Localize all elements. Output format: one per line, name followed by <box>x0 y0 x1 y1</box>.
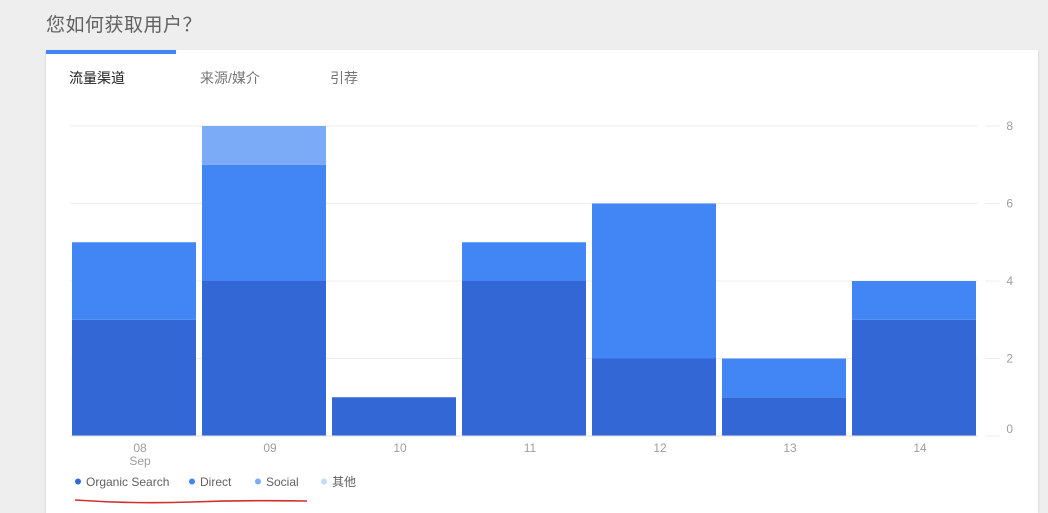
bar-09-series-0 <box>202 281 326 436</box>
legend-marker-3 <box>321 478 327 485</box>
bar-14-series-0 <box>852 319 976 436</box>
red-annotation-underline <box>74 499 308 504</box>
x-tick-label-14: 14 <box>913 441 927 455</box>
x-tick-label-12: 12 <box>653 441 667 455</box>
bar-09-series-1 <box>202 164 326 281</box>
x-tick-sublabel-08: Sep <box>129 454 151 468</box>
legend-label-1: Direct <box>200 475 232 489</box>
x-tick-label-11: 11 <box>524 441 537 455</box>
legend-marker-0 <box>75 478 81 485</box>
stacked-bar-chart: 0 2 4 6 8 08Sep 09 10 11 12 13 14 Organic Search Dire… <box>70 119 1013 489</box>
bar-11-series-0 <box>462 281 586 436</box>
bar-08-series-1 <box>72 242 196 320</box>
legend-marker-1 <box>189 478 195 485</box>
bar-11-series-1 <box>462 242 586 281</box>
legend-marker-2 <box>255 478 261 485</box>
legend-label-3: 其他 <box>332 475 356 489</box>
bar-12-series-1 <box>592 203 716 359</box>
x-tick-label-09: 09 <box>263 441 277 455</box>
bar-14-series-1 <box>852 281 976 320</box>
y-tick-label-6: 6 <box>1006 197 1013 211</box>
x-tick-label-10: 10 <box>393 441 407 455</box>
bar-09-series-2 <box>202 126 326 165</box>
legend-label-0: Organic Search <box>86 475 169 489</box>
y-tick-label-0: 0 <box>1006 422 1013 436</box>
x-tick-label-08: 08 <box>133 441 147 455</box>
bar-13-series-0 <box>722 397 846 436</box>
x-tick-label-13: 13 <box>783 441 797 455</box>
bar-08-series-0 <box>72 319 196 436</box>
y-tick-label-4: 4 <box>1006 274 1013 288</box>
y-tick-label-2: 2 <box>1006 352 1013 366</box>
bar-13-series-1 <box>722 358 846 398</box>
bar-12-series-0 <box>592 358 716 436</box>
y-tick-label-8: 8 <box>1006 119 1013 133</box>
legend-label-2: Social <box>266 475 299 489</box>
bar-10-series-0 <box>332 397 456 436</box>
